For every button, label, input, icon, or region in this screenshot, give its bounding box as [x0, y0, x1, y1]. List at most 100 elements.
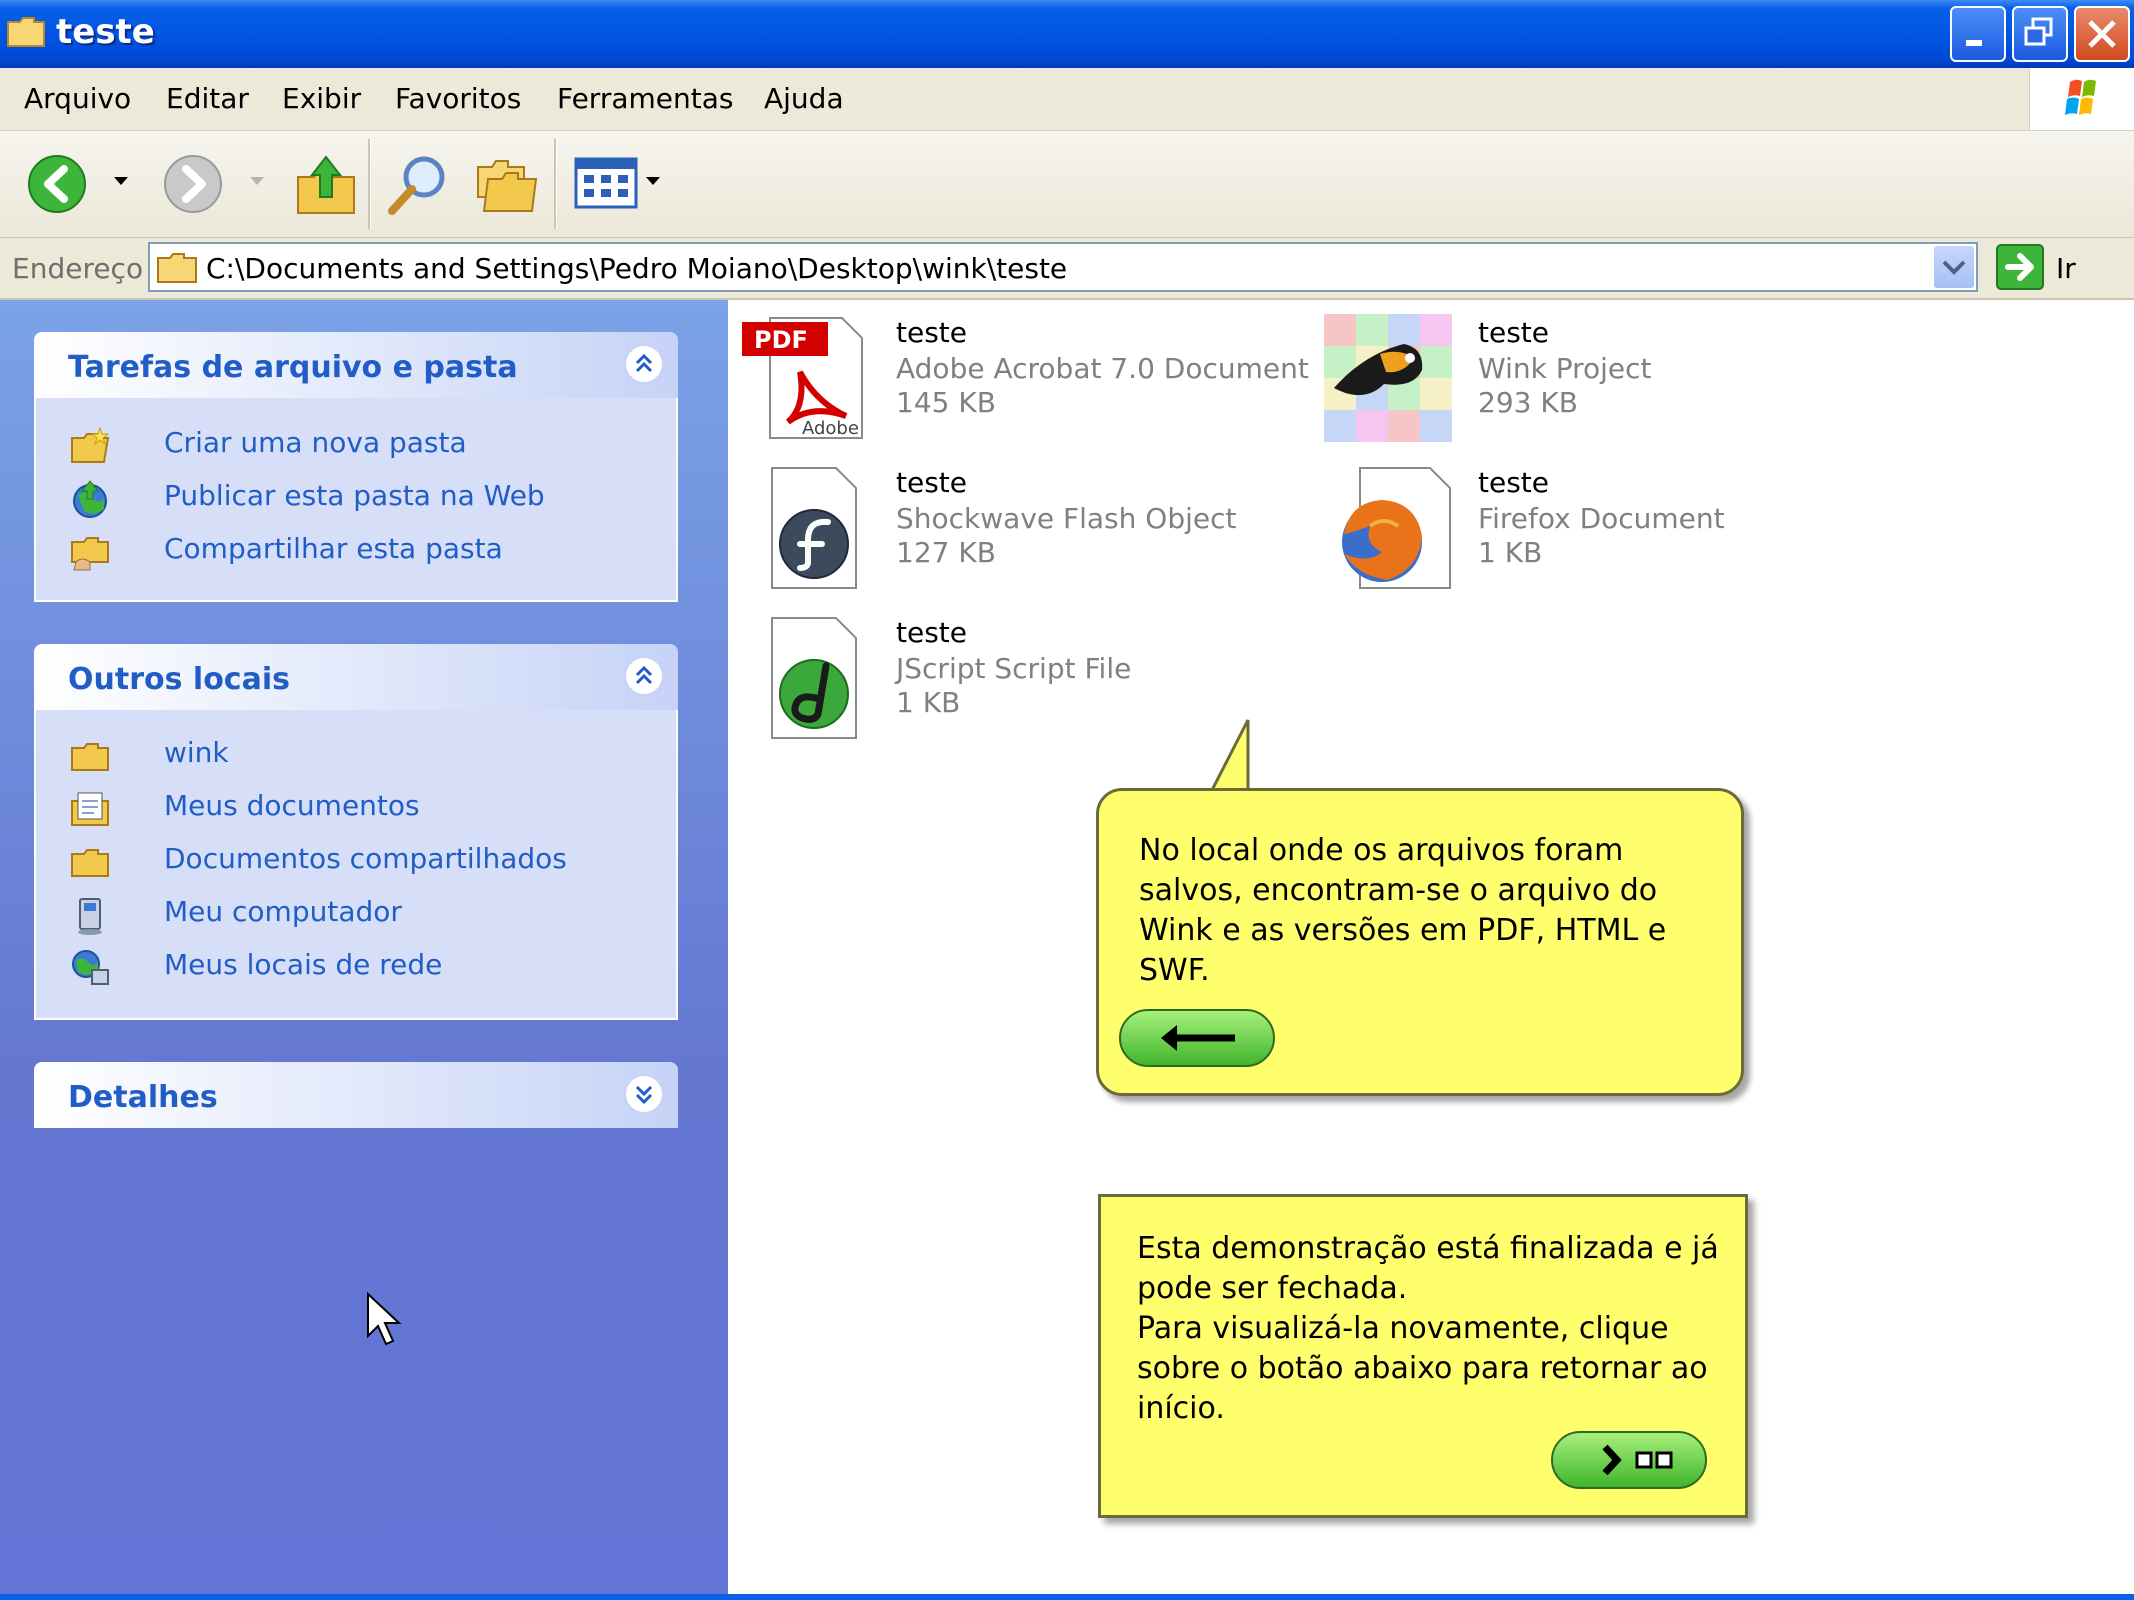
panel-header[interactable]: Detalhes — [34, 1062, 678, 1128]
address-label: Endereço — [12, 252, 144, 285]
restore-button[interactable] — [2012, 6, 2068, 62]
address-path: C:\Documents and Settings\Pedro Moiano\D… — [206, 252, 1068, 285]
restart-icon — [1602, 1444, 1673, 1476]
menu-exibir[interactable]: Exibir — [282, 82, 361, 115]
toolbar-separator — [554, 139, 557, 229]
menu-ferramentas[interactable]: Ferramentas — [557, 82, 733, 115]
views-dropdown-icon[interactable] — [644, 175, 662, 187]
place-label[interactable]: Meus locais de rede — [164, 948, 442, 981]
menu-favoritos[interactable]: Favoritos — [395, 82, 521, 115]
go-arrow-icon[interactable] — [1996, 244, 2044, 290]
file-item-pdf[interactable]: PDF Adobe teste Adobe Acrobat 7.0 Docume… — [742, 314, 1309, 454]
task-label[interactable]: Compartilhar esta pasta — [164, 532, 503, 565]
folder-icon — [157, 253, 197, 283]
file-list: PDF Adobe teste Adobe Acrobat 7.0 Docume… — [728, 300, 2134, 1600]
panel-title: Outros locais — [68, 662, 290, 697]
network-places-icon — [72, 950, 109, 985]
wink-project-icon — [1324, 314, 1452, 442]
file-item-html[interactable]: teste Firefox Document 1 KB — [1324, 464, 1884, 604]
place-label[interactable]: Meu computador — [164, 895, 402, 928]
back-button[interactable] — [1119, 1009, 1275, 1067]
place-label[interactable]: wink — [164, 736, 229, 769]
svg-text:Adobe: Adobe — [802, 418, 859, 439]
forward-arrow-icon[interactable] — [162, 153, 224, 215]
publish-web-icon — [73, 480, 107, 518]
pdf-icon: PDF Adobe — [742, 317, 863, 439]
menu-ajuda[interactable]: Ajuda — [764, 82, 844, 115]
file-size: 293 KB — [1478, 386, 1578, 419]
other-places-panel: Outros locais wink Meus documentos Docum… — [34, 644, 678, 1020]
file-size: 1 KB — [1478, 536, 1543, 569]
file-type: Shockwave Flash Object — [896, 502, 1237, 535]
folder-icon — [71, 849, 109, 877]
callout-line: pode ser fechada. — [1137, 1271, 1408, 1306]
my-documents-icon — [71, 792, 109, 826]
file-name: teste — [1478, 316, 1549, 349]
go-button[interactable]: Ir — [2056, 252, 2076, 285]
panel-body: Criar uma nova pasta Publicar esta pasta… — [34, 398, 678, 602]
menu-editar[interactable]: Editar — [166, 82, 249, 115]
task-pane: Tarefas de arquivo e pasta Criar uma nov… — [0, 300, 728, 1600]
callout-pointer — [1208, 719, 1252, 798]
task-label[interactable]: Publicar esta pasta na Web — [164, 479, 545, 512]
back-arrow-icon[interactable] — [26, 153, 88, 215]
close-button[interactable] — [2074, 6, 2130, 62]
share-folder-icon — [71, 537, 109, 571]
panel-header[interactable]: Outros locais — [34, 644, 678, 710]
menu-arquivo[interactable]: Arquivo — [24, 82, 131, 115]
panel-body: wink Meus documentos Documentos comparti… — [34, 710, 678, 1020]
panel-title: Detalhes — [68, 1080, 218, 1115]
folders-icon[interactable] — [474, 153, 540, 215]
address-bar: Endereço C:\Documents and Settings\Pedro… — [0, 238, 2134, 300]
toolbar — [0, 131, 2134, 238]
title-bar[interactable]: teste — [0, 0, 2134, 68]
place-label[interactable]: Meus documentos — [164, 789, 420, 822]
info-callout: No local onde os arquivos foram salvos, … — [1096, 788, 1744, 1096]
file-type: Wink Project — [1478, 352, 1652, 385]
restore-icon — [2024, 17, 2053, 46]
file-item-wink[interactable]: teste Wink Project 293 KB — [1324, 314, 1884, 454]
task-label[interactable]: Criar uma nova pasta — [164, 426, 467, 459]
file-name: teste — [896, 466, 967, 499]
svg-text:PDF: PDF — [754, 326, 808, 354]
end-callout: Esta demonstração está finalizada e já p… — [1098, 1194, 1748, 1518]
callout-line: SWF. — [1139, 953, 1210, 988]
panel-header[interactable]: Tarefas de arquivo e pasta — [34, 332, 678, 398]
collapse-button[interactable] — [624, 656, 664, 696]
folder-icon — [71, 743, 109, 771]
callout-line: Para visualizá-la novamente, clique — [1137, 1311, 1669, 1346]
details-panel: Detalhes — [34, 1062, 678, 1128]
file-size: 1 KB — [896, 686, 961, 719]
address-input[interactable]: C:\Documents and Settings\Pedro Moiano\D… — [148, 242, 1978, 292]
callout-text: Esta demonstração está finalizada e já p… — [1137, 1229, 1719, 1429]
new-folder-icon — [71, 426, 110, 463]
callout-text: No local onde os arquivos foram salvos, … — [1139, 831, 1666, 991]
views-icon[interactable] — [574, 157, 638, 209]
chevron-up-double-icon — [635, 353, 653, 373]
flash-icon — [771, 467, 857, 589]
restart-button[interactable] — [1551, 1431, 1707, 1489]
forward-dropdown-icon[interactable] — [248, 175, 266, 187]
file-name: teste — [896, 316, 967, 349]
firefox-icon — [1342, 467, 1451, 589]
file-folder-tasks-panel: Tarefas de arquivo e pasta Criar uma nov… — [34, 332, 678, 602]
file-name: teste — [1478, 466, 1549, 499]
address-dropdown-button[interactable] — [1934, 246, 1974, 288]
search-icon[interactable] — [384, 151, 450, 217]
place-label[interactable]: Documentos compartilhados — [164, 842, 567, 875]
collapse-button[interactable] — [624, 344, 664, 384]
chevron-down-icon — [1942, 260, 1966, 275]
expand-button[interactable] — [624, 1074, 664, 1114]
folder-up-icon[interactable] — [294, 151, 358, 217]
minimize-button[interactable] — [1950, 6, 2006, 62]
minimize-icon — [1966, 40, 1982, 46]
callout-line: Esta demonstração está finalizada e já — [1137, 1231, 1719, 1266]
back-dropdown-icon[interactable] — [112, 175, 130, 187]
file-size: 145 KB — [896, 386, 996, 419]
file-item-swf[interactable]: teste Shockwave Flash Object 127 KB — [742, 464, 1302, 604]
my-computer-icon — [78, 898, 102, 935]
chevron-up-double-icon — [635, 665, 653, 685]
chevron-down-double-icon — [635, 1085, 653, 1105]
callout-line: início. — [1137, 1391, 1225, 1426]
menu-bar: Arquivo Editar Exibir Favoritos Ferramen… — [0, 68, 2134, 131]
